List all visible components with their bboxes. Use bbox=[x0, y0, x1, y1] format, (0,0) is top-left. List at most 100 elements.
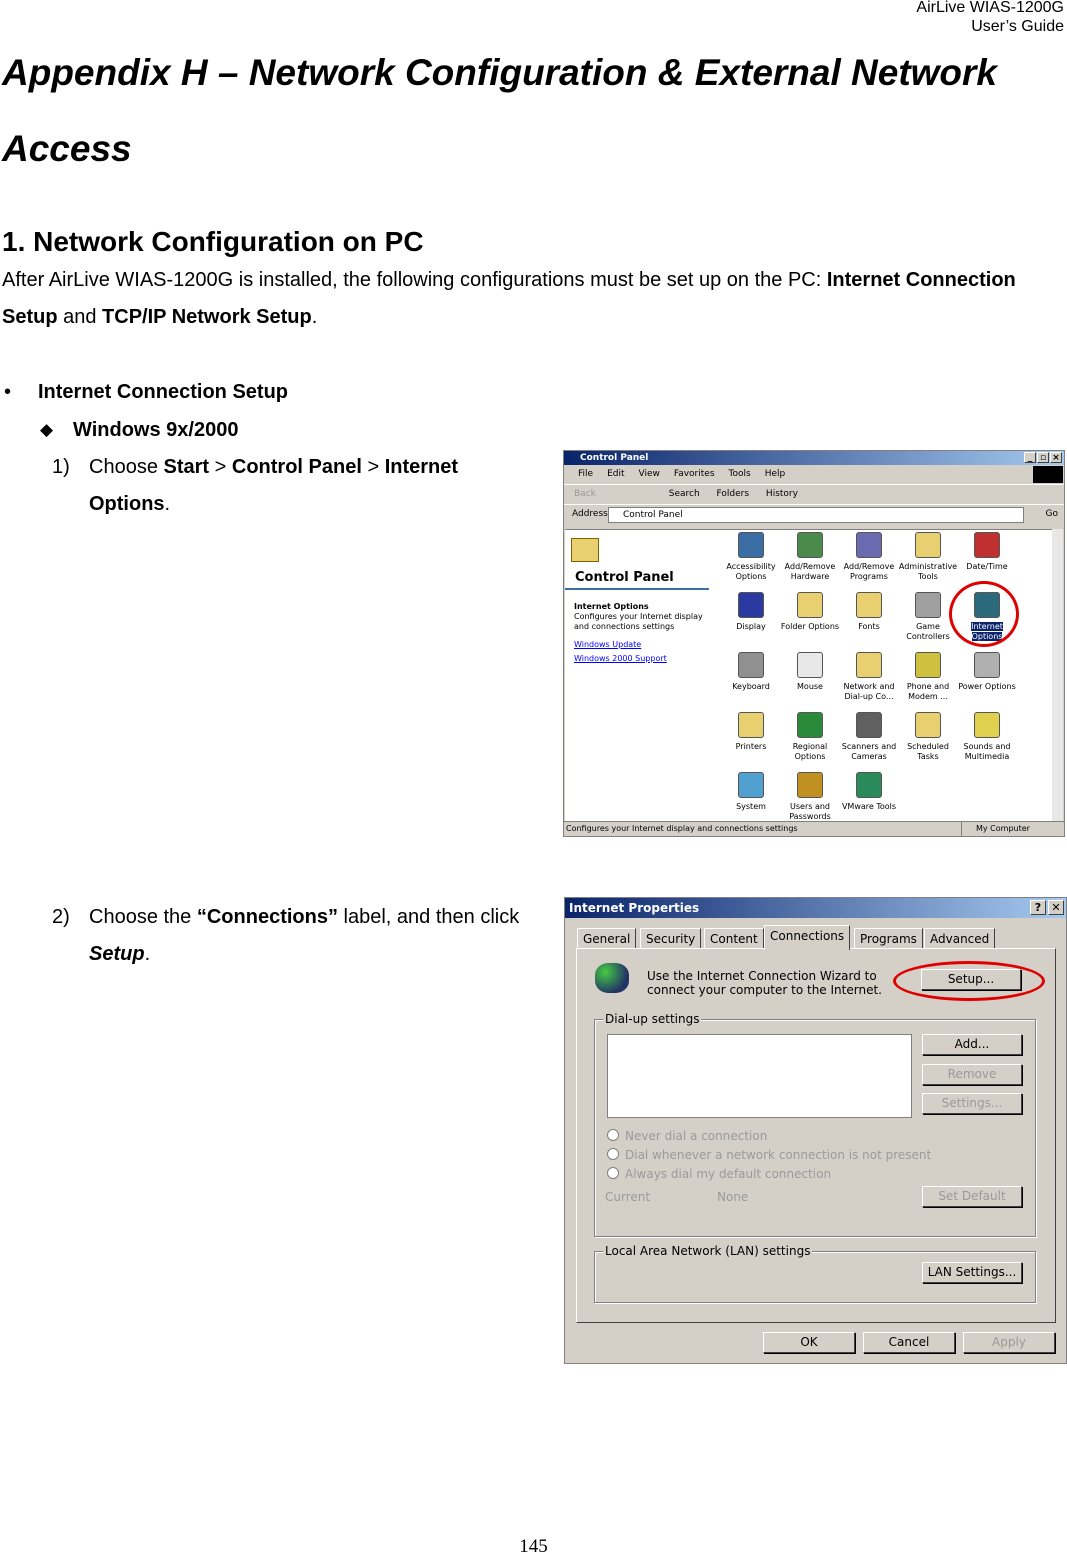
section-heading: 1. Network Configuration on PC bbox=[2, 226, 424, 257]
cp-item-network-and-dial-up-co[interactable]: Network and Dial-up Co... bbox=[839, 652, 899, 702]
connections-list[interactable] bbox=[607, 1034, 912, 1118]
menu-favorites[interactable]: Favorites bbox=[674, 469, 715, 479]
cp-item-accessibility-options[interactable]: Accessibility Options bbox=[721, 532, 781, 582]
cp-item-label: Sounds and Multimedia bbox=[963, 742, 1011, 761]
current-value: None bbox=[717, 1190, 749, 1204]
cp-item-date-time[interactable]: Date/Time bbox=[957, 532, 1017, 572]
remove-button[interactable]: Remove bbox=[922, 1064, 1022, 1085]
cp-item-label: Regional Options bbox=[792, 742, 828, 761]
cp-item-system[interactable]: System bbox=[721, 772, 781, 812]
apply-button[interactable]: Apply bbox=[963, 1332, 1055, 1353]
dialup-settings-group: Dial-up settings Add... Remove Settings.… bbox=[594, 1012, 1036, 1237]
cp-item-folder-options[interactable]: Folder Options bbox=[780, 592, 840, 632]
cp-item-add-remove-programs[interactable]: Add/Remove Programs bbox=[839, 532, 899, 582]
cp-item-power-options[interactable]: Power Options bbox=[957, 652, 1017, 692]
menu-tools[interactable]: Tools bbox=[729, 469, 751, 479]
go-button[interactable]: Go bbox=[1046, 505, 1058, 524]
diamond-icon: ◆ bbox=[40, 420, 54, 439]
cp-item-icon bbox=[974, 712, 1000, 738]
cp-item-label: Phone and Modem ... bbox=[906, 682, 950, 701]
back-button[interactable]: Back bbox=[574, 489, 596, 499]
cp-item-icon bbox=[856, 592, 882, 618]
cp-item-phone-and-modem[interactable]: Phone and Modem ... bbox=[898, 652, 958, 702]
cp-item-icon bbox=[856, 772, 882, 798]
cp-item-administrative-tools[interactable]: Administrative Tools bbox=[898, 532, 958, 582]
cp-item-scheduled-tasks[interactable]: Scheduled Tasks bbox=[898, 712, 958, 762]
cp-item-vmware-tools[interactable]: VMware Tools bbox=[839, 772, 899, 812]
help-button[interactable]: ? bbox=[1030, 900, 1046, 915]
cp-item-icon bbox=[915, 532, 941, 558]
cp-item-label: Mouse bbox=[797, 682, 823, 691]
add-button[interactable]: Add... bbox=[922, 1034, 1022, 1055]
title-bar: Control Panel _ ▫ × bbox=[564, 451, 1064, 465]
menu-bar: File Edit View Favorites Tools Help bbox=[564, 465, 1064, 485]
cp-item-icon bbox=[915, 592, 941, 618]
tab-content[interactable]: Content bbox=[704, 928, 764, 949]
cp-item-scanners-and-cameras[interactable]: Scanners and Cameras bbox=[839, 712, 899, 762]
cp-item-label: VMware Tools bbox=[841, 802, 897, 811]
cp-item-label: Keyboard bbox=[732, 682, 770, 691]
cp-item-users-and-passwords[interactable]: Users and Passwords bbox=[780, 772, 840, 822]
tab-advanced[interactable]: Advanced bbox=[924, 928, 996, 949]
wizard-text: Use the Internet Connection Wizard to con… bbox=[647, 969, 882, 997]
lan-settings-button[interactable]: LAN Settings... bbox=[922, 1262, 1022, 1283]
menu-file[interactable]: File bbox=[578, 469, 593, 479]
folders-button[interactable]: Folders bbox=[717, 489, 750, 499]
menu-help[interactable]: Help bbox=[765, 469, 786, 479]
cp-item-label: Fonts bbox=[858, 622, 880, 631]
close-button[interactable]: ✕ bbox=[1048, 900, 1064, 915]
address-input[interactable]: Control Panel bbox=[608, 507, 1024, 523]
tab-connections[interactable]: Connections bbox=[764, 925, 851, 950]
cp-item-icon bbox=[738, 652, 764, 678]
set-default-button[interactable]: Set Default bbox=[922, 1186, 1022, 1207]
page-header: AirLive WIAS-1200G User’s Guide bbox=[916, 0, 1064, 35]
menu-edit[interactable]: Edit bbox=[607, 469, 624, 479]
cp-item-fonts[interactable]: Fonts bbox=[839, 592, 899, 632]
step-1-number: 1) bbox=[52, 456, 70, 478]
cp-item-icon bbox=[915, 712, 941, 738]
side-banner: Control Panel bbox=[565, 530, 709, 590]
cp-item-keyboard[interactable]: Keyboard bbox=[721, 652, 781, 692]
tab-programs[interactable]: Programs bbox=[854, 928, 923, 949]
tab-security[interactable]: Security bbox=[640, 928, 702, 949]
cp-item-sounds-and-multimedia[interactable]: Sounds and Multimedia bbox=[957, 712, 1017, 762]
cp-item-add-remove-hardware[interactable]: Add/Remove Hardware bbox=[780, 532, 840, 582]
settings-button[interactable]: Settings... bbox=[922, 1093, 1022, 1114]
scrollbar[interactable] bbox=[1052, 529, 1063, 821]
link-windows-update[interactable]: Windows Update bbox=[574, 640, 704, 650]
highlight-circle bbox=[949, 581, 1019, 647]
radio-never-dial[interactable]: Never dial a connection bbox=[607, 1129, 767, 1143]
close-button[interactable]: × bbox=[1050, 452, 1062, 463]
cp-item-icon bbox=[797, 532, 823, 558]
intro-paragraph: After AirLive WIAS-1200G is installed, t… bbox=[2, 269, 1016, 328]
cp-item-mouse[interactable]: Mouse bbox=[780, 652, 840, 692]
cp-item-icon bbox=[738, 772, 764, 798]
content-pane: Control Panel Internet Options Configures… bbox=[565, 529, 1052, 821]
bullet-label: Internet Connection Setup bbox=[38, 381, 288, 403]
cp-item-label: Scanners and Cameras bbox=[841, 742, 897, 761]
cp-item-label: Accessibility Options bbox=[726, 562, 776, 581]
maximize-button[interactable]: ▫ bbox=[1037, 452, 1049, 463]
menu-view[interactable]: View bbox=[639, 469, 660, 479]
history-button[interactable]: History bbox=[766, 489, 798, 499]
step-2-number: 2) bbox=[52, 906, 70, 928]
status-bar: Configures your Internet display and con… bbox=[564, 821, 1064, 836]
cp-item-regional-options[interactable]: Regional Options bbox=[780, 712, 840, 762]
cp-item-icon bbox=[856, 532, 882, 558]
link-windows-2000-support[interactable]: Windows 2000 Support bbox=[574, 654, 704, 664]
highlight-circle bbox=[893, 961, 1045, 1001]
radio-dial-whenever[interactable]: Dial whenever a network connection is no… bbox=[607, 1148, 931, 1162]
title-bar: Internet Properties ? ✕ bbox=[565, 898, 1066, 918]
cp-item-display[interactable]: Display bbox=[721, 592, 781, 632]
ok-button[interactable]: OK bbox=[763, 1332, 855, 1353]
search-button[interactable]: Search bbox=[669, 489, 700, 499]
radio-always-dial[interactable]: Always dial my default connection bbox=[607, 1167, 831, 1181]
cp-item-printers[interactable]: Printers bbox=[721, 712, 781, 752]
step-2-text: Choose the “Connections” label, and then… bbox=[89, 906, 520, 965]
internet-properties-dialog: Internet Properties ? ✕ General Security C… bbox=[564, 897, 1067, 1364]
current-label: Current bbox=[605, 1190, 651, 1204]
tab-general[interactable]: General bbox=[577, 928, 637, 949]
minimize-button[interactable]: _ bbox=[1024, 452, 1036, 463]
control-panel-window: Control Panel _ ▫ × File Edit View Favorites T… bbox=[563, 450, 1065, 837]
cancel-button[interactable]: Cancel bbox=[863, 1332, 955, 1353]
